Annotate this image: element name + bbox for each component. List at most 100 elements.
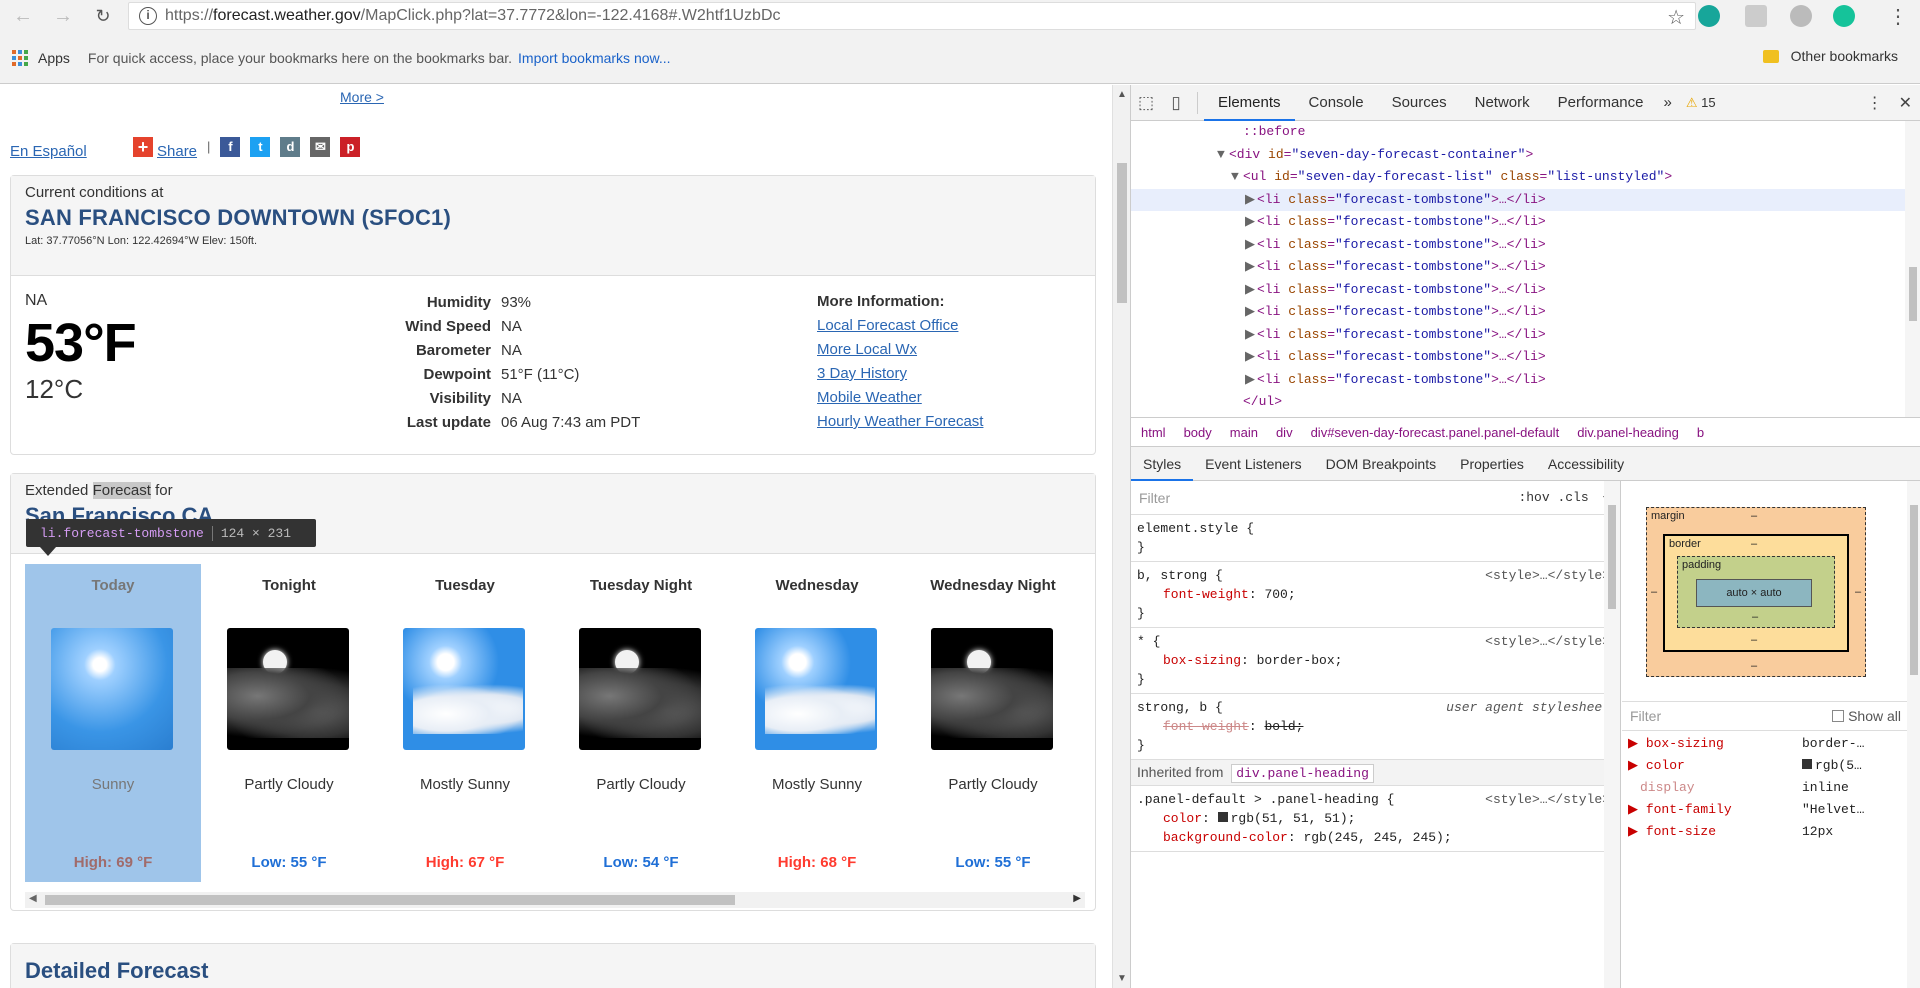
elements-scroll-thumb[interactable]	[1909, 267, 1917, 321]
rule-source[interactable]: <style>…</style>	[1485, 790, 1610, 809]
forecast-tombstone[interactable]: Wednesday Mostly Sunny High: 68 °F	[729, 564, 905, 882]
show-all-checkbox[interactable]	[1832, 710, 1845, 722]
digg-icon[interactable]: d	[280, 136, 301, 157]
expand-triangle-icon[interactable]: ▶	[1245, 256, 1257, 279]
dom-node[interactable]: </ul>	[1131, 391, 1920, 414]
dom-node[interactable]: ▶ <li class="forecast-tombstone">…</li>	[1131, 369, 1920, 392]
computed-scroll-thumb[interactable]	[1910, 505, 1918, 675]
forecast-tombstone[interactable]: Tuesday Mostly Sunny High: 67 °F	[377, 564, 553, 882]
styles-scrollbar[interactable]	[1604, 481, 1620, 988]
tab-performance[interactable]: Performance	[1544, 85, 1658, 121]
forecast-tombstone[interactable]: Tuesday Night Partly Cloudy Low: 54 °F	[553, 564, 729, 882]
breadcrumb-item[interactable]: b	[1697, 425, 1704, 440]
subtab-accessibility[interactable]: Accessibility	[1536, 447, 1636, 481]
mobile-weather-link[interactable]: Mobile Weather	[817, 386, 983, 410]
mostly-sunny-icon[interactable]	[403, 628, 525, 750]
computed-property[interactable]: ▶ font-size 12px	[1622, 821, 1920, 843]
apps-icon[interactable]	[12, 49, 28, 66]
dom-node[interactable]: ▼ <div id="seven-day-forecast-container">	[1131, 144, 1920, 167]
tab-elements[interactable]: Elements	[1204, 85, 1295, 121]
expand-triangle-icon[interactable]: ▶	[1628, 758, 1646, 773]
page-vertical-scrollbar[interactable]: ▲ ▼	[1112, 85, 1130, 988]
breadcrumb-item[interactable]: div#seven-day-forecast.panel.panel-defau…	[1311, 425, 1560, 440]
page-scroll-thumb[interactable]	[1117, 163, 1127, 303]
apps-shortcut[interactable]: Apps	[38, 50, 70, 66]
partly-cloudy-night-icon[interactable]	[579, 628, 701, 750]
devtools-menu-icon[interactable]: ⋮	[1867, 93, 1883, 113]
more-local-wx-link[interactable]: More Local Wx	[817, 338, 983, 362]
extension-teal-icon[interactable]	[1698, 5, 1720, 27]
subtab-event-listeners[interactable]: Event Listeners	[1193, 447, 1314, 481]
expand-triangle-icon[interactable]: ▶	[1628, 736, 1646, 751]
browser-menu-icon[interactable]: ⋮	[1888, 4, 1908, 29]
tab-network[interactable]: Network	[1461, 85, 1544, 121]
expand-triangle-icon[interactable]: ▶	[1628, 802, 1646, 817]
breadcrumb-item[interactable]: html	[1141, 425, 1166, 440]
css-declaration[interactable]: background-color: rgb(245, 245, 245);	[1137, 828, 1614, 847]
forecast-tombstone[interactable]: Today Sunny High: 69 °F	[25, 564, 201, 882]
site-info-icon[interactable]: i	[139, 7, 157, 25]
dom-node[interactable]: ▶ <li class="forecast-tombstone">…</li>	[1131, 279, 1920, 302]
expand-triangle-icon[interactable]: ▶	[1245, 211, 1257, 234]
css-declaration[interactable]: font-weight: 700;	[1137, 585, 1614, 604]
color-swatch[interactable]	[1217, 812, 1228, 822]
share-link[interactable]: Share	[157, 143, 197, 160]
hourly-forecast-link[interactable]: Hourly Weather Forecast	[817, 410, 983, 434]
css-declaration[interactable]: color: rgb(51, 51, 51);	[1137, 809, 1614, 828]
css-declaration[interactable]: box-sizing: border-box;	[1137, 651, 1614, 670]
expand-triangle-icon[interactable]: ▼	[1217, 144, 1229, 167]
dom-node[interactable]: ▶ <li class="forecast-tombstone">…</li>	[1131, 211, 1920, 234]
device-toolbar-icon[interactable]: ▯	[1161, 85, 1191, 121]
subtab-dom-breakpoints[interactable]: DOM Breakpoints	[1314, 447, 1448, 481]
forecast-tombstone[interactable]: Tonight Partly Cloudy Low: 55 °F	[201, 564, 377, 882]
expand-triangle-icon[interactable]: ▶	[1245, 189, 1257, 212]
computed-property[interactable]: display inline	[1622, 777, 1920, 799]
css-declaration[interactable]: font-weight: bold;	[1137, 717, 1614, 736]
rule-source[interactable]: <style>…</style>	[1485, 632, 1610, 651]
expand-triangle-icon[interactable]: ▼	[1231, 166, 1243, 189]
devtools-close-icon[interactable]: ✕	[1899, 93, 1912, 113]
pinterest-icon[interactable]: p	[340, 136, 361, 157]
dom-node[interactable]: ▶ <li class="forecast-tombstone">…</li>	[1131, 346, 1920, 369]
styles-scroll-thumb[interactable]	[1608, 505, 1616, 609]
three-day-history-link[interactable]: 3 Day History	[817, 362, 983, 386]
partly-cloudy-night-icon[interactable]	[931, 628, 1053, 750]
expand-triangle-icon[interactable]: ▶	[1245, 279, 1257, 302]
warnings-badge[interactable]: ⚠ 15	[1686, 95, 1716, 111]
local-forecast-office-link[interactable]: Local Forecast Office	[817, 314, 983, 338]
tab-console[interactable]: Console	[1295, 85, 1378, 121]
extension-cloud-icon[interactable]	[1790, 5, 1812, 27]
dom-node[interactable]: ▶ <li class="forecast-tombstone">…</li>	[1131, 234, 1920, 257]
elements-scrollbar[interactable]	[1905, 121, 1920, 417]
inherited-chip[interactable]: div.panel-heading	[1231, 764, 1374, 783]
rule-source[interactable]: <style>…</style>	[1485, 566, 1610, 585]
expand-triangle-icon[interactable]: ▶	[1628, 824, 1646, 839]
reload-icon[interactable]: ↻	[88, 1, 118, 31]
espanol-link[interactable]: En Español	[10, 143, 87, 160]
computed-property[interactable]: ▶ box-sizing border-…	[1622, 733, 1920, 755]
hov-cls-toggle[interactable]: :hov .cls	[1518, 490, 1588, 505]
computed-property[interactable]: ▶ color rgb(5…	[1622, 755, 1920, 777]
facebook-icon[interactable]: f	[220, 136, 241, 157]
expand-triangle-icon[interactable]: ▶	[1245, 346, 1257, 369]
expand-triangle-icon[interactable]: ▶	[1245, 301, 1257, 324]
expand-triangle-icon[interactable]: ▶	[1245, 369, 1257, 392]
scroll-down-icon[interactable]: ▼	[1117, 973, 1127, 984]
expand-triangle-icon[interactable]: ▶	[1245, 324, 1257, 347]
forecast-tombstone[interactable]: Wednesday Night Partly Cloudy Low: 55 °F	[905, 564, 1081, 882]
extension-grammarly-icon[interactable]	[1833, 5, 1855, 27]
scroll-right-icon[interactable]: ▶	[1073, 893, 1081, 904]
back-arrow-icon[interactable]: ←	[8, 1, 38, 31]
email-icon[interactable]: ✉	[310, 136, 331, 157]
scroll-thumb[interactable]	[45, 895, 735, 905]
dom-node[interactable]: ▶ <li class="forecast-tombstone">…</li>	[1131, 256, 1920, 279]
dom-node[interactable]: ▶ <li class="forecast-tombstone">…</li>	[1131, 188, 1920, 212]
expand-triangle-icon[interactable]: ▶	[1245, 234, 1257, 257]
rule-selector[interactable]: element.style {	[1137, 519, 1614, 538]
subtab-styles[interactable]: Styles	[1131, 447, 1194, 481]
more-link[interactable]: More >	[340, 89, 384, 105]
share-plus-icon[interactable]: +	[133, 136, 153, 157]
breadcrumb-item[interactable]: div.panel-heading	[1577, 425, 1679, 440]
computed-property[interactable]: ▶ font-family "Helvet…	[1622, 799, 1920, 821]
computed-filter-input[interactable]: Filter	[1630, 708, 1661, 724]
